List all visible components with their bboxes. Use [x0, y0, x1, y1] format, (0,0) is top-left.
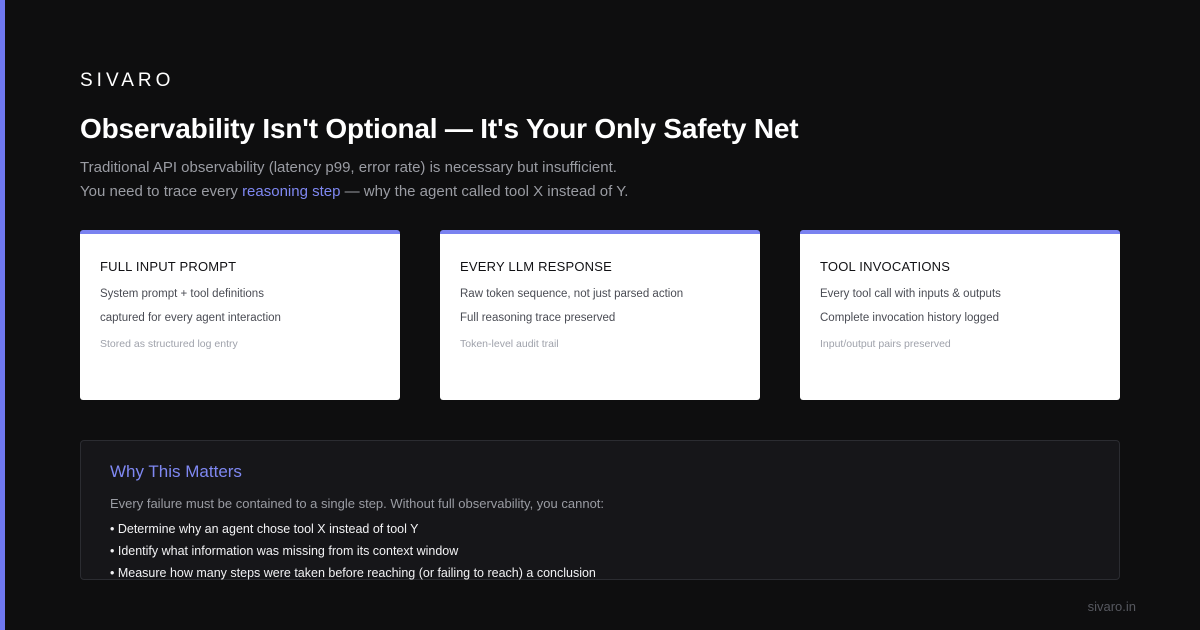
card-title: EVERY LLM RESPONSE [460, 259, 612, 274]
list-item: • Measure how many steps were taken befo… [110, 566, 596, 580]
brand-logo: SIVARO [80, 70, 175, 91]
card-line: Full reasoning trace preserved [460, 312, 616, 324]
panel-text: Every failure must be contained to a sin… [110, 496, 605, 511]
card-full-input-prompt: FULL INPUT PROMPT System prompt + tool d… [80, 230, 400, 400]
subtitle-line-2: You need to trace every reasoning step —… [80, 180, 628, 204]
subtitle: Traditional API observability (latency p… [80, 156, 628, 204]
subtitle-highlight: reasoning step [242, 183, 341, 200]
card-line: Every tool call with inputs & outputs [820, 288, 1001, 300]
card-line: System prompt + tool definitions [100, 288, 264, 300]
subtitle-line-2-suffix: — why the agent called tool X instead of… [340, 183, 629, 200]
card-every-llm-response: EVERY LLM RESPONSE Raw token sequence, n… [440, 230, 760, 400]
why-this-matters-panel: Why This Matters Every failure must be c… [80, 440, 1120, 580]
card-line: Raw token sequence, not just parsed acti… [460, 288, 684, 300]
card-line: Complete invocation history logged [820, 312, 999, 324]
card-note: Token-level audit trail [460, 338, 559, 350]
card-title: TOOL INVOCATIONS [820, 259, 951, 274]
card-tool-invocations: TOOL INVOCATIONS Every tool call with in… [800, 230, 1120, 400]
list-item: • Identify what information was missing … [110, 544, 459, 558]
subtitle-line-2-prefix: You need to trace every [80, 183, 243, 200]
left-accent-bar [0, 0, 5, 630]
card-note: Stored as structured log entry [100, 338, 238, 350]
footer-url: sivaro.in [1087, 599, 1136, 614]
page-title: Observability Isn't Optional — It's Your… [80, 113, 799, 144]
card-note: Input/output pairs preserved [820, 338, 951, 350]
list-item: • Determine why an agent chose tool X in… [110, 522, 419, 536]
card-title: FULL INPUT PROMPT [100, 259, 237, 274]
subtitle-line-1: Traditional API observability (latency p… [80, 159, 617, 176]
card-line: captured for every agent interaction [100, 312, 281, 324]
panel-title: Why This Matters [110, 462, 242, 481]
